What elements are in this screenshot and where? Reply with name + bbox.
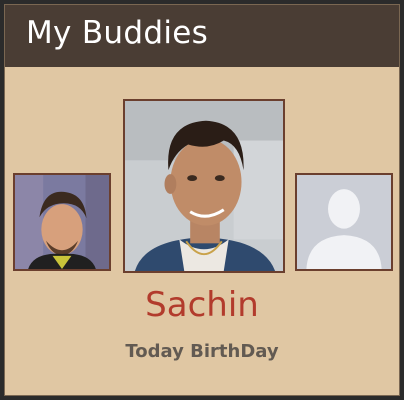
buddy-avatar-left[interactable] [13,173,111,271]
buddy-photo-left [15,175,109,269]
default-user-icon [297,175,391,269]
widget-title: My Buddies [26,15,209,51]
selected-buddy-name: Sachin [145,285,259,325]
buddy-avatar-right[interactable] [295,173,393,271]
buddy-photo-selected [125,101,283,271]
buddy-avatar-selected[interactable] [123,99,285,273]
buddies-widget: My Buddies Sachin Today BirthDay [4,4,400,396]
selected-buddy-status: Today BirthDay [125,341,279,362]
widget-header: My Buddies [5,5,399,67]
